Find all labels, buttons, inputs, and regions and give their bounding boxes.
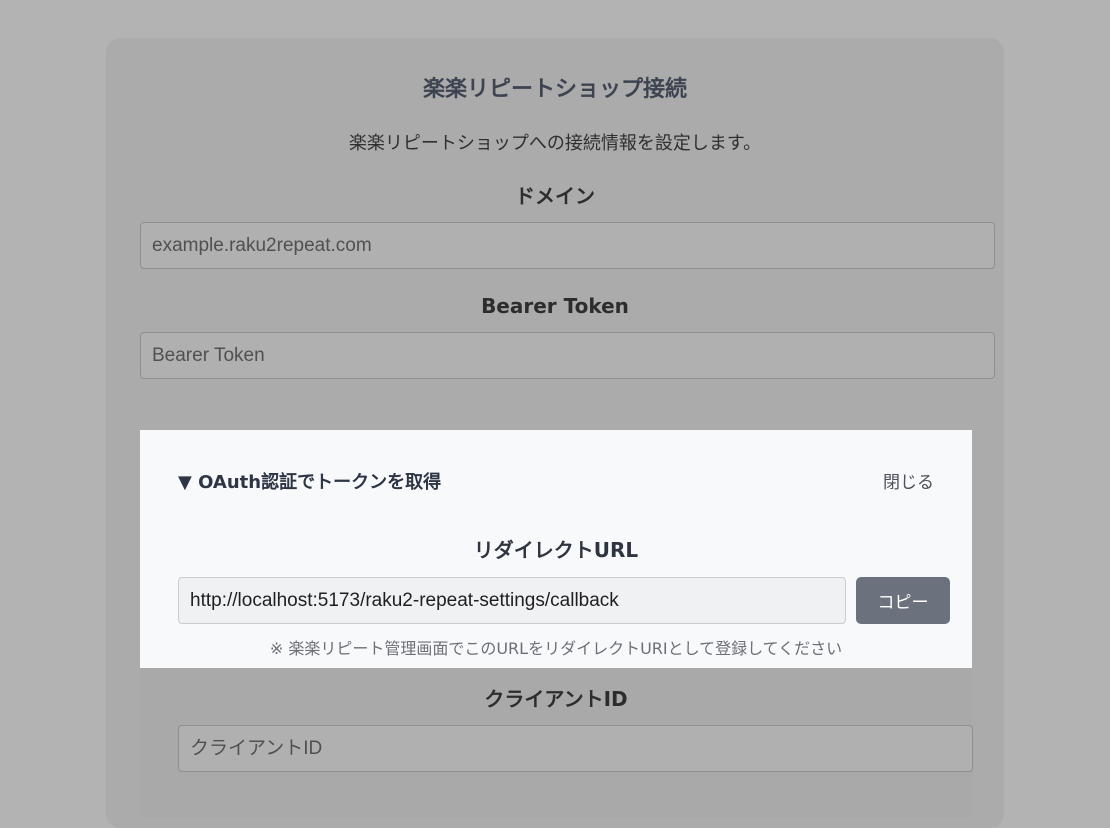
close-link[interactable]: 閉じる [883,470,934,496]
client-id-label: クライアントID [484,687,628,711]
oauth-panel: ▼ OAuth認証でトークンを取得 閉じる リダイレクトURL コピー ※ 楽楽… [140,430,972,668]
redirect-url-input[interactable] [178,577,846,624]
domain-input[interactable] [140,222,995,269]
oauth-toggle[interactable]: ▼ OAuth認証でトークンを取得 [178,470,441,496]
domain-label: ドメイン [515,184,595,208]
client-section: クライアントID [140,668,973,818]
dialog-description: 楽楽リピートショップへの接続情報を設定します。 [348,133,762,154]
copy-button[interactable]: コピー [856,577,950,624]
bearer-token-input[interactable] [140,332,995,379]
dialog-title: 楽楽リピートショップ接続 [422,77,687,102]
redirect-url-label: リダイレクトURL [473,538,639,562]
bearer-token-label: Bearer Token [481,294,629,318]
client-id-input[interactable] [178,725,973,772]
redirect-note: ※ 楽楽リピート管理画面でこのURLをリダイレクトURIとして登録してください [269,639,843,658]
